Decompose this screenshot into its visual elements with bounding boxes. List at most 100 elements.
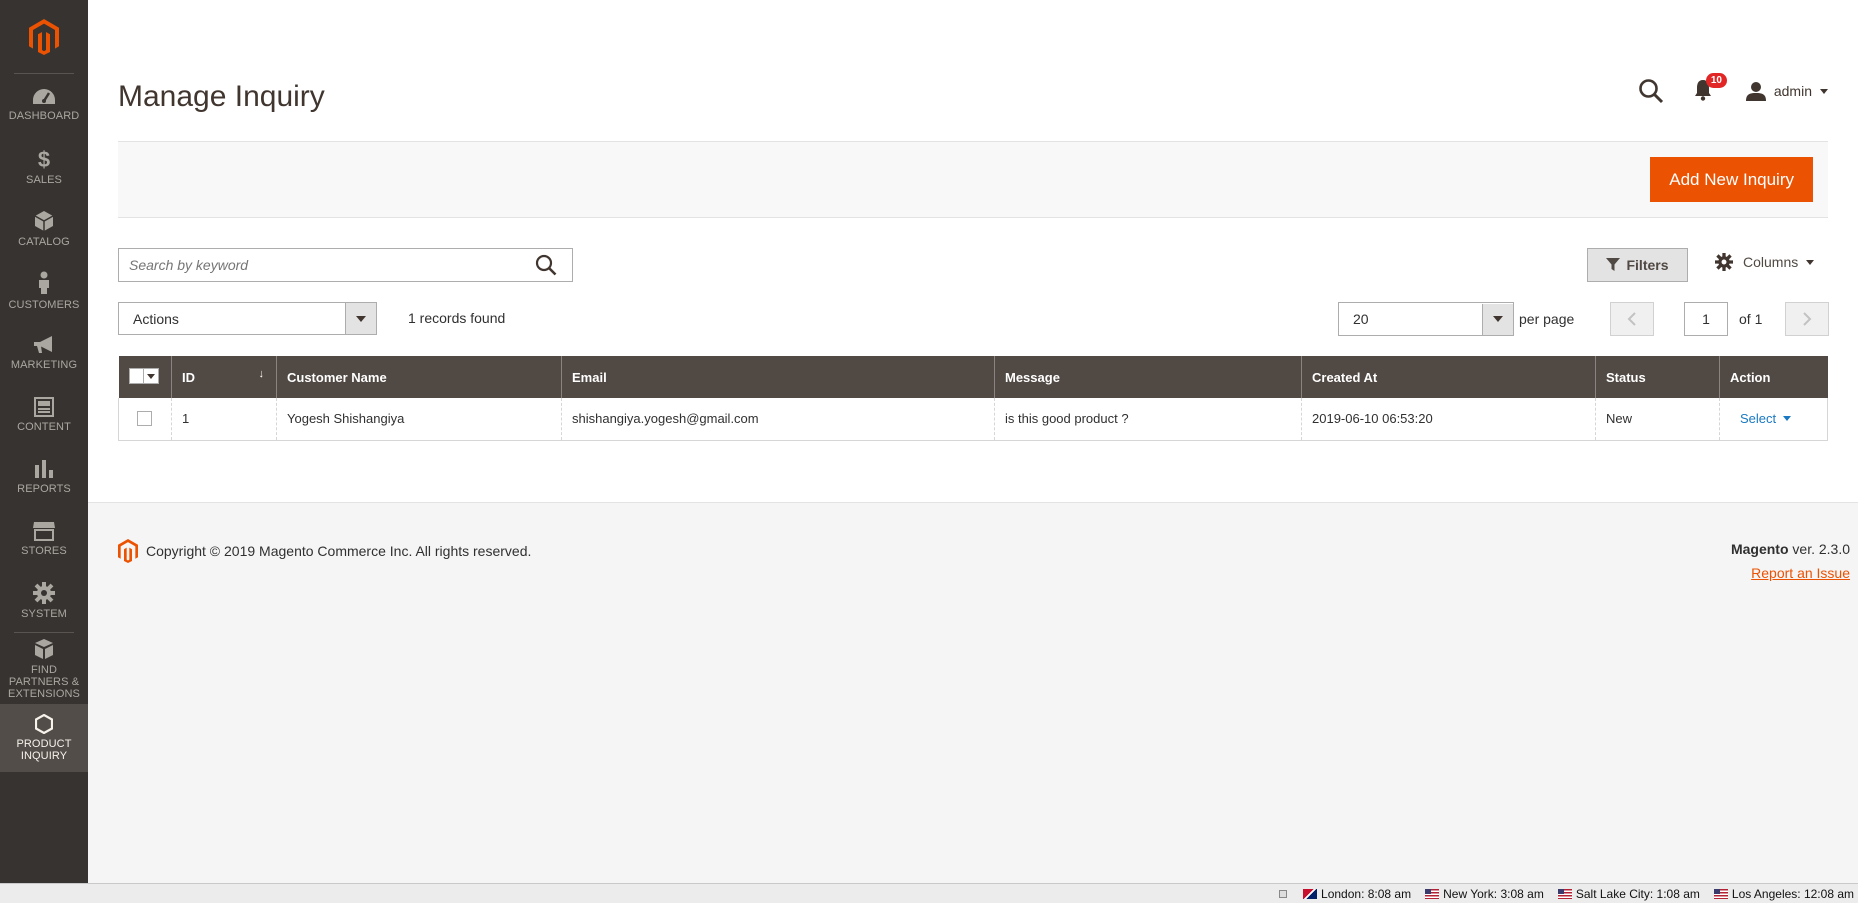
- search-input[interactable]: [119, 250, 526, 280]
- uk-flag-icon: [1303, 888, 1318, 899]
- nav-find-partners[interactable]: Find Partners & Extensions: [8, 632, 80, 704]
- clock-london: London: 8:08 am: [1303, 887, 1411, 901]
- chevron-down-icon[interactable]: [144, 369, 158, 383]
- column-header-action: Action: [1719, 356, 1828, 398]
- page-footer: Copyright © 2019 Magento Commerce Inc. A…: [88, 502, 1858, 883]
- header-actions: 10 admin: [1638, 73, 1828, 104]
- us-flag-icon: [1557, 888, 1572, 899]
- add-new-inquiry-button[interactable]: Add New Inquiry: [1650, 157, 1813, 202]
- user-menu[interactable]: admin: [1745, 81, 1828, 101]
- nav-label: System: [21, 608, 67, 620]
- nav-catalog[interactable]: Catalog: [0, 198, 88, 260]
- grid-header-row: ID ↓ Customer Name Email Message Created …: [118, 356, 1828, 398]
- nav-label: Find Partners & Extensions: [8, 663, 80, 700]
- page-number-input[interactable]: 1: [1684, 302, 1728, 336]
- clock-salt-lake-city: Salt Lake City: 1:08 am: [1557, 887, 1700, 901]
- chevron-down-icon: [1493, 316, 1503, 322]
- search-icon: [535, 254, 557, 276]
- cell-status: New: [1595, 398, 1720, 441]
- previous-page-button[interactable]: [1610, 302, 1654, 336]
- cell-id: 1: [171, 398, 277, 441]
- version-info: Magento ver. 2.3.0: [1731, 541, 1850, 557]
- row-select-cell: [118, 398, 172, 441]
- sort-arrow-icon: ↓: [258, 368, 265, 380]
- columns-label: Columns: [1743, 254, 1799, 270]
- cell-email: shishangiya.yogesh@gmail.com: [561, 398, 995, 441]
- brand-name: Magento: [1730, 541, 1789, 557]
- row-action-select[interactable]: Select: [1740, 411, 1792, 426]
- actions-dropdown-toggle[interactable]: [345, 303, 376, 334]
- nav-customers[interactable]: Customers: [0, 260, 88, 322]
- nav-label: Marketing: [10, 359, 78, 371]
- mass-select-column[interactable]: [118, 356, 172, 398]
- boxes-icon: [35, 638, 53, 659]
- nav-label: Sales: [26, 174, 62, 186]
- copyright: Copyright © 2019 Magento Commerce Inc. A…: [118, 539, 531, 563]
- chevron-right-icon: [1803, 312, 1812, 326]
- filters-button[interactable]: Filters: [1587, 248, 1688, 282]
- gear-icon: [33, 582, 55, 604]
- hexagon-icon: [35, 714, 53, 734]
- nav-label: Dashboard: [8, 110, 80, 122]
- per-page-select[interactable]: 20: [1338, 302, 1514, 336]
- nav-label: Product Inquiry: [16, 738, 72, 762]
- nav-label: Catalog: [18, 236, 70, 248]
- nav-reports[interactable]: Reports: [0, 446, 88, 508]
- chevron-down-icon: [1783, 416, 1792, 422]
- filters-label: Filters: [1626, 257, 1669, 273]
- column-header-email[interactable]: Email: [561, 356, 995, 398]
- magento-logo-icon: [29, 18, 59, 55]
- page-title: Manage Inquiry: [118, 80, 325, 113]
- global-search-icon[interactable]: [1638, 78, 1664, 104]
- report-issue-link[interactable]: Report an Issue: [1751, 565, 1850, 581]
- world-clock-bar: London: 8:08 am New York: 3:08 am Salt L…: [0, 883, 1858, 903]
- person-icon: [39, 271, 49, 294]
- us-flag-icon: [1713, 888, 1728, 899]
- nav-content[interactable]: Content: [0, 384, 88, 446]
- chevron-down-icon: [1806, 259, 1815, 265]
- user-name: admin: [1773, 83, 1812, 99]
- store-icon: [33, 522, 55, 541]
- nav-marketing[interactable]: Marketing: [0, 322, 88, 384]
- column-header-message[interactable]: Message: [994, 356, 1302, 398]
- chevron-left-icon: [1627, 312, 1636, 326]
- magento-logo-icon: [118, 539, 138, 563]
- row-checkbox[interactable]: [137, 411, 152, 427]
- user-icon: [1745, 82, 1766, 101]
- filter-icon: [1606, 258, 1621, 271]
- column-header-customer-name[interactable]: Customer Name: [276, 356, 562, 398]
- nav-product-inquiry[interactable]: Product Inquiry: [0, 704, 88, 772]
- cell-created-at: 2019-06-10 06:53:20: [1301, 398, 1596, 441]
- nav-dashboard[interactable]: Dashboard: [0, 74, 88, 136]
- columns-control[interactable]: Columns: [1715, 253, 1815, 271]
- column-header-id[interactable]: ID ↓: [171, 356, 277, 398]
- table-row[interactable]: 1 Yogesh Shishangiya shishangiya.yogesh@…: [118, 398, 1828, 441]
- svg-text:$: $: [38, 148, 50, 170]
- nav-system[interactable]: System: [0, 570, 88, 632]
- chevron-down-icon: [1820, 88, 1828, 94]
- page-actions-bar: Add New Inquiry: [118, 141, 1828, 218]
- main-content: Manage Inquiry 10 admin Add New Inquiry: [88, 0, 1858, 883]
- admin-sidebar: Dashboard $ Sales Catalog Customers Mark…: [0, 0, 88, 883]
- magento-logo[interactable]: [14, 0, 74, 74]
- mass-select-checkbox[interactable]: [130, 369, 144, 383]
- column-header-status[interactable]: Status: [1595, 356, 1720, 398]
- per-page-dropdown-toggle[interactable]: [1482, 303, 1513, 335]
- dashboard-icon: [33, 89, 55, 104]
- keyword-search: [118, 248, 573, 282]
- per-page-value: 20: [1353, 311, 1369, 327]
- mass-actions-select[interactable]: Actions: [118, 302, 377, 335]
- nav-stores[interactable]: Stores: [0, 508, 88, 570]
- column-header-created-at[interactable]: Created At: [1301, 356, 1596, 398]
- cube-icon: [34, 211, 54, 231]
- nav-label: Content: [17, 421, 71, 433]
- copyright-text: Copyright © 2019 Magento Commerce Inc. A…: [146, 543, 532, 559]
- version-text: ver. 2.3.0: [1788, 541, 1850, 557]
- nav-sales[interactable]: $ Sales: [0, 136, 88, 198]
- mass-select-control[interactable]: [128, 368, 159, 384]
- clock-toggle[interactable]: [1279, 889, 1288, 898]
- search-submit[interactable]: [526, 254, 566, 276]
- next-page-button[interactable]: [1785, 302, 1829, 336]
- notifications[interactable]: 10: [1694, 73, 1727, 103]
- gear-icon: [1715, 253, 1733, 271]
